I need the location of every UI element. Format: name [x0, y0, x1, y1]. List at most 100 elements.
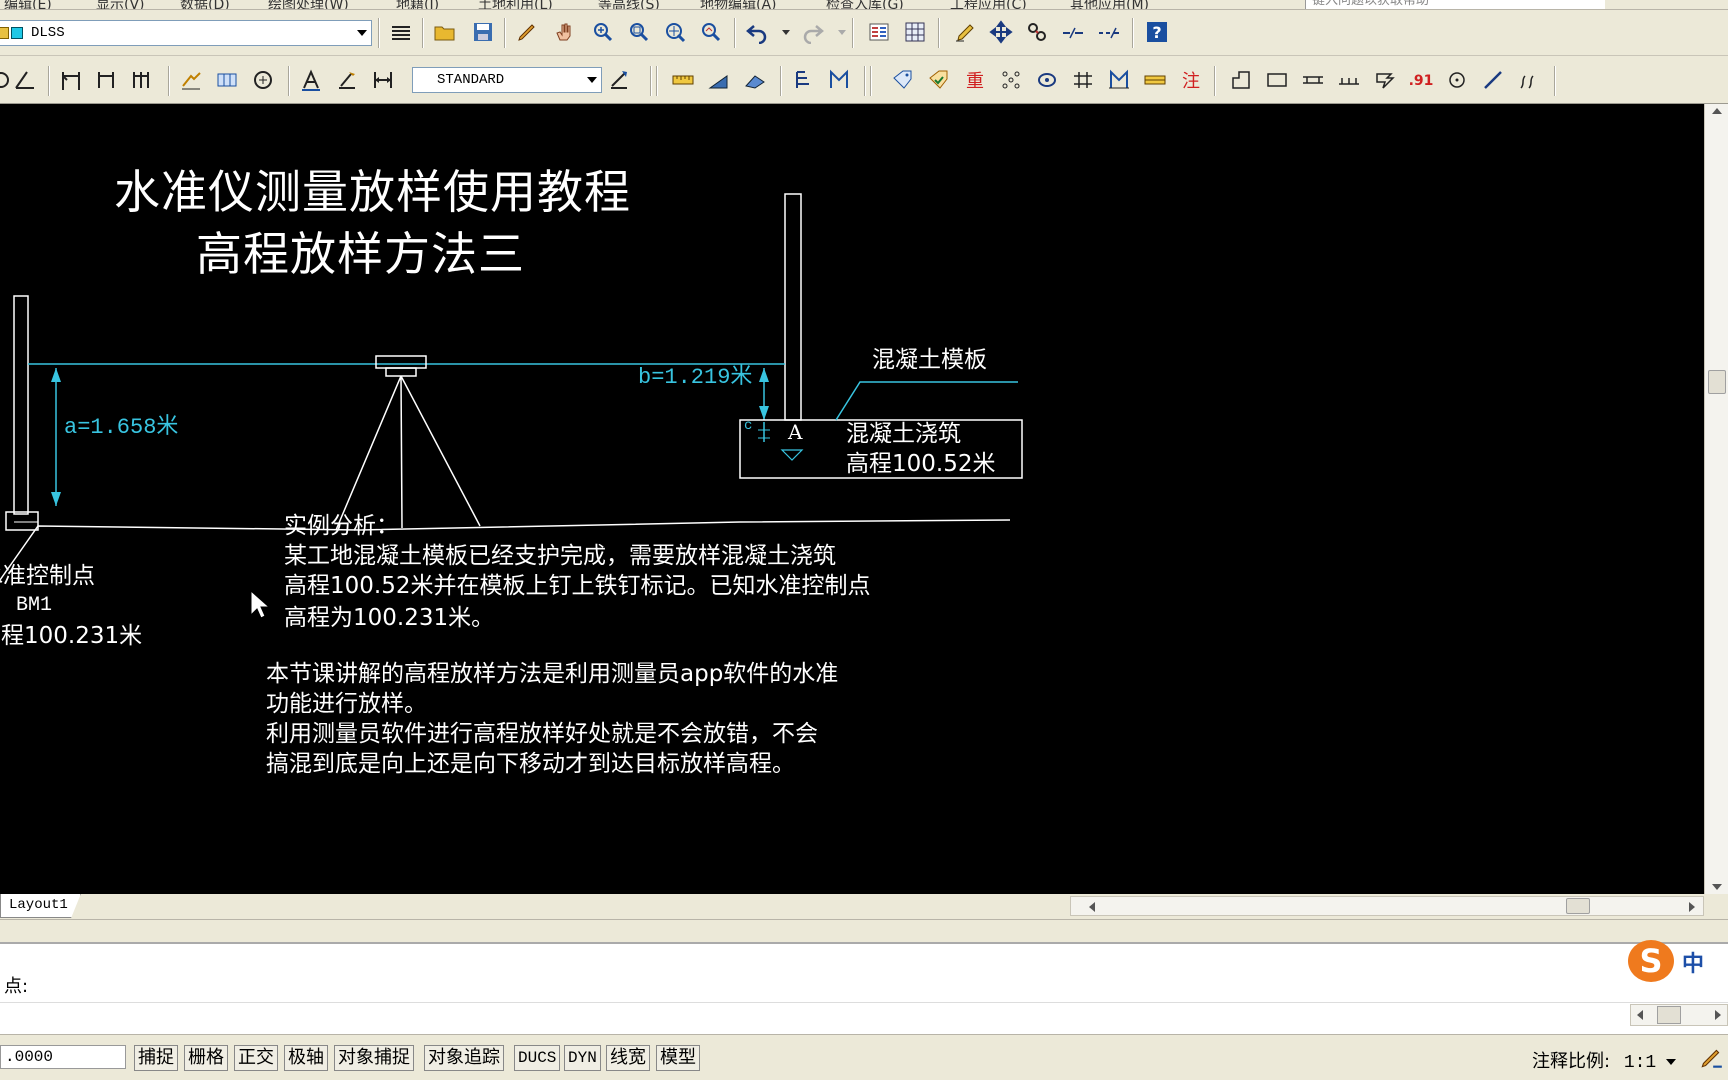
quick-dim-button[interactable] — [176, 65, 206, 95]
chevron-down-icon[interactable] — [1665, 1059, 1676, 1065]
menu-other[interactable]: 其他应用(M) — [1070, 0, 1149, 9]
zoom-window-button[interactable] — [624, 17, 654, 47]
text-style-dropdown[interactable]: STANDARD — [412, 67, 602, 93]
tab-layout1[interactable]: Layout1 — [0, 894, 81, 918]
horizontal-scroll-thumb[interactable] — [1566, 898, 1590, 914]
scroll-right-icon[interactable] — [1715, 1010, 1721, 1020]
volume-button[interactable] — [740, 65, 770, 95]
scroll-left-icon[interactable] — [1089, 902, 1095, 912]
menu-view[interactable]: 显示(V) — [96, 0, 145, 9]
menu-check-import[interactable]: 检查入库(G) — [826, 0, 904, 9]
feature-attr-button[interactable] — [924, 65, 954, 95]
tolerance-button[interactable] — [212, 65, 242, 95]
ortho-toggle[interactable]: 正交 — [234, 1045, 278, 1071]
command-scroll-thumb[interactable] — [1657, 1006, 1681, 1024]
vertical-scroll-thumb[interactable] — [1708, 370, 1726, 394]
save-button[interactable] — [468, 17, 498, 47]
menu-engineering[interactable]: 工程应用(C) — [950, 0, 1027, 9]
break-line-button[interactable] — [1058, 17, 1088, 47]
measure-button[interactable] — [668, 65, 698, 95]
dim-linear-button[interactable] — [56, 65, 86, 95]
menu-draw-process[interactable]: 绘图处理(W) — [268, 0, 349, 9]
redo-button[interactable] — [798, 17, 828, 47]
properties-button[interactable] — [864, 17, 894, 47]
elevation-button[interactable] — [824, 65, 854, 95]
dim-baseline-button[interactable] — [128, 65, 158, 95]
chevron-down-icon[interactable] — [838, 30, 846, 35]
edit-button[interactable] — [512, 17, 542, 47]
open-button[interactable] — [430, 17, 460, 47]
pan-button[interactable] — [550, 17, 580, 47]
grid-toggle[interactable]: 栅格 — [184, 1045, 228, 1071]
scroll-up-icon[interactable] — [1712, 108, 1722, 114]
lineweight-toggle[interactable]: 线宽 — [606, 1045, 650, 1071]
osnap-toggle[interactable]: 对象捕捉 — [334, 1045, 414, 1071]
move-button[interactable] — [986, 17, 1016, 47]
command-scrollbar[interactable] — [1630, 1004, 1728, 1026]
menu-cadastre[interactable]: 地籍(J) — [396, 0, 439, 9]
points-button[interactable] — [996, 65, 1026, 95]
polar-toggle[interactable]: 极轴 — [284, 1045, 328, 1071]
snap-toggle[interactable]: 捕捉 — [134, 1045, 178, 1071]
fence-button[interactable] — [1334, 65, 1364, 95]
cross-section-button[interactable] — [1068, 65, 1098, 95]
redraw-button[interactable]: 重 — [960, 65, 990, 95]
dim-edit-button[interactable] — [332, 65, 362, 95]
angle-tool-button[interactable] — [10, 65, 40, 95]
join-button[interactable] — [1022, 17, 1052, 47]
menu-contour[interactable]: 等高线(S) — [598, 0, 660, 9]
menu-feature-edit[interactable]: 地物编辑(A) — [700, 0, 777, 9]
otrack-toggle[interactable]: 对象追踪 — [424, 1045, 504, 1071]
dim-aligned-button[interactable] — [92, 65, 122, 95]
help-button[interactable]: ? — [1142, 17, 1172, 47]
control-point-button[interactable] — [1442, 65, 1472, 95]
center-mark-button[interactable] — [248, 65, 278, 95]
chevron-down-icon[interactable] — [587, 77, 597, 83]
rectangle-button[interactable] — [1262, 65, 1292, 95]
ime-indicator[interactable]: S 中 — [1624, 938, 1714, 984]
model-toggle[interactable]: 模型 — [656, 1045, 700, 1071]
vertical-scrollbar[interactable] — [1704, 104, 1728, 894]
elevation-point-button[interactable]: .91 — [1406, 65, 1436, 95]
line-button[interactable] — [1478, 65, 1508, 95]
menu-edit[interactable]: 编辑(E) — [4, 0, 52, 9]
horizontal-scrollbar[interactable] — [1070, 896, 1704, 916]
scroll-left-icon[interactable] — [1637, 1010, 1643, 1020]
annotation-button[interactable]: 注 — [1176, 65, 1206, 95]
menu-data[interactable]: 数据(D) — [180, 0, 230, 9]
design-center-button[interactable] — [900, 17, 930, 47]
menu-land-use[interactable]: 土地利用(L) — [478, 0, 553, 9]
dyn-toggle[interactable]: DYN — [564, 1045, 601, 1071]
dim-update-button[interactable] — [368, 65, 398, 95]
annotation-visibility-icon[interactable] — [1698, 1045, 1724, 1071]
command-input[interactable] — [0, 1002, 1728, 1034]
spline-button[interactable] — [1514, 65, 1544, 95]
double-line-button[interactable] — [1298, 65, 1328, 95]
undo-button[interactable] — [742, 17, 772, 47]
terrain-button[interactable] — [1104, 65, 1134, 95]
zoom-realtime-button[interactable] — [588, 17, 618, 47]
layer-manager-button[interactable] — [386, 17, 416, 47]
section-button[interactable] — [788, 65, 818, 95]
chevron-down-icon[interactable] — [357, 30, 367, 36]
symbol-button[interactable] — [1370, 65, 1400, 95]
drawing-canvas[interactable]: 水准仪测量放样使用教程 高程放样方法三 a=1.658米 b=1.219米 c … — [0, 104, 1704, 894]
scroll-down-icon[interactable] — [1712, 884, 1722, 890]
rotate-view-button[interactable] — [1032, 65, 1062, 95]
area-button[interactable] — [704, 65, 734, 95]
scroll-right-icon[interactable] — [1689, 902, 1695, 912]
zoom-extents-button[interactable] — [660, 17, 690, 47]
chevron-down-icon[interactable] — [782, 30, 790, 35]
polyline-button[interactable] — [1226, 65, 1256, 95]
zoom-previous-button[interactable] — [696, 17, 726, 47]
match-properties-button[interactable] — [950, 17, 980, 47]
feature-code-button[interactable] — [888, 65, 918, 95]
dim-style-button[interactable] — [604, 65, 634, 95]
extend-line-button[interactable] — [1094, 17, 1124, 47]
ducs-toggle[interactable]: DUCS — [514, 1045, 561, 1071]
help-search-input[interactable]: 键入问题以获取帮助 — [1305, 0, 1605, 9]
scale-bar-button[interactable] — [1140, 65, 1170, 95]
layer-dropdown[interactable]: DLSS — [0, 20, 372, 46]
text-edit-button[interactable] — [296, 65, 326, 95]
command-window-splitter[interactable] — [0, 920, 1728, 944]
